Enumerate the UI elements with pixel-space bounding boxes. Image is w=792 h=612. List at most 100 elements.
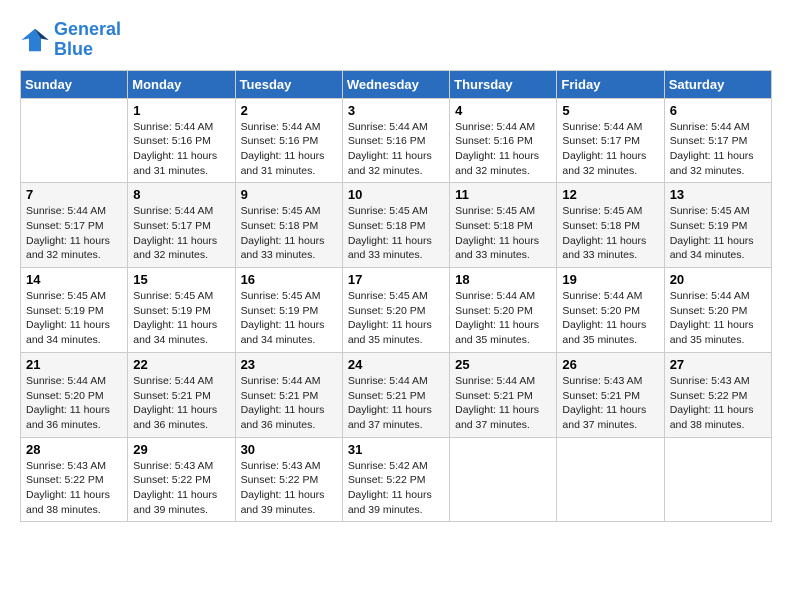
calendar-cell: 9 Sunrise: 5:45 AMSunset: 5:18 PMDaylight… [235,183,342,268]
calendar-cell: 5Sunrise: 5:44 AMSunset: 5:17 PMDaylight… [557,98,664,183]
calendar-cell: 27 Sunrise: 5:43 AMSunset: 5:22 PMDayligh… [664,352,771,437]
day-detail: Sunrise: 5:44 AMSunset: 5:17 PMDaylight:… [670,120,766,179]
day-number: 14 [26,272,122,287]
calendar-cell: 17 Sunrise: 5:45 AMSunset: 5:20 PMDayligh… [342,268,449,353]
logo-icon [20,25,50,55]
col-header-tuesday: Tuesday [235,70,342,98]
day-number: 16 [241,272,337,287]
day-number: 24 [348,357,444,372]
calendar-cell: 22 Sunrise: 5:44 AMSunset: 5:21 PMDayligh… [128,352,235,437]
day-detail: Sunrise: 5:43 AMSunset: 5:22 PMDaylight:… [670,374,766,433]
calendar-cell: 11 Sunrise: 5:45 AMSunset: 5:18 PMDayligh… [450,183,557,268]
day-detail: Sunrise: 5:45 AMSunset: 5:20 PMDaylight:… [348,289,444,348]
day-detail: Sunrise: 5:43 AMSunset: 5:22 PMDaylight:… [133,459,229,518]
col-header-friday: Friday [557,70,664,98]
day-number: 26 [562,357,658,372]
calendar-cell: 30 Sunrise: 5:43 AMSunset: 5:22 PMDayligh… [235,437,342,522]
day-detail: Sunrise: 5:44 AMSunset: 5:17 PMDaylight:… [133,204,229,263]
day-detail: Sunrise: 5:44 AMSunset: 5:20 PMDaylight:… [26,374,122,433]
calendar-cell: 3Sunrise: 5:44 AMSunset: 5:16 PMDaylight… [342,98,449,183]
day-number: 15 [133,272,229,287]
day-number: 4 [455,103,551,118]
day-detail: Sunrise: 5:44 AMSunset: 5:16 PMDaylight:… [133,120,229,179]
day-detail: Sunrise: 5:45 AMSunset: 5:19 PMDaylight:… [670,204,766,263]
day-number: 27 [670,357,766,372]
day-number: 19 [562,272,658,287]
day-detail: Sunrise: 5:45 AMSunset: 5:18 PMDaylight:… [455,204,551,263]
day-number: 8 [133,187,229,202]
calendar-cell: 21 Sunrise: 5:44 AMSunset: 5:20 PMDayligh… [21,352,128,437]
col-header-wednesday: Wednesday [342,70,449,98]
calendar-cell: 12 Sunrise: 5:45 AMSunset: 5:18 PMDayligh… [557,183,664,268]
day-number: 11 [455,187,551,202]
calendar-cell: 24Sunrise: 5:44 AMSunset: 5:21 PMDayligh… [342,352,449,437]
day-detail: Sunrise: 5:43 AMSunset: 5:21 PMDaylight:… [562,374,658,433]
calendar-cell: 2 Sunrise: 5:44 AMSunset: 5:16 PMDaylight… [235,98,342,183]
calendar-cell [21,98,128,183]
calendar-cell: 20 Sunrise: 5:44 AMSunset: 5:20 PMDayligh… [664,268,771,353]
calendar-cell: 14Sunrise: 5:45 AMSunset: 5:19 PMDayligh… [21,268,128,353]
day-number: 12 [562,187,658,202]
day-number: 28 [26,442,122,457]
day-number: 1 [133,103,229,118]
calendar-cell: 28 Sunrise: 5:43 AMSunset: 5:22 PMDayligh… [21,437,128,522]
calendar-cell: 4 Sunrise: 5:44 AMSunset: 5:16 PMDaylight… [450,98,557,183]
calendar-cell [557,437,664,522]
calendar-cell: 23Sunrise: 5:44 AMSunset: 5:21 PMDayligh… [235,352,342,437]
day-detail: Sunrise: 5:45 AMSunset: 5:19 PMDaylight:… [241,289,337,348]
calendar-cell: 31 Sunrise: 5:42 AMSunset: 5:22 PMDayligh… [342,437,449,522]
day-number: 30 [241,442,337,457]
day-number: 25 [455,357,551,372]
day-detail: Sunrise: 5:44 AMSunset: 5:16 PMDaylight:… [241,120,337,179]
day-number: 22 [133,357,229,372]
day-number: 6 [670,103,766,118]
col-header-monday: Monday [128,70,235,98]
day-detail: Sunrise: 5:45 AMSunset: 5:19 PMDaylight:… [133,289,229,348]
day-detail: Sunrise: 5:44 AMSunset: 5:20 PMDaylight:… [670,289,766,348]
calendar-cell: 29 Sunrise: 5:43 AMSunset: 5:22 PMDayligh… [128,437,235,522]
calendar-cell: 16 Sunrise: 5:45 AMSunset: 5:19 PMDayligh… [235,268,342,353]
calendar-cell: 13 Sunrise: 5:45 AMSunset: 5:19 PMDayligh… [664,183,771,268]
day-detail: Sunrise: 5:45 AMSunset: 5:18 PMDaylight:… [348,204,444,263]
day-number: 31 [348,442,444,457]
day-number: 10 [348,187,444,202]
page-header: General Blue [20,20,772,60]
col-header-thursday: Thursday [450,70,557,98]
calendar-cell: 8 Sunrise: 5:44 AMSunset: 5:17 PMDaylight… [128,183,235,268]
day-detail: Sunrise: 5:44 AMSunset: 5:21 PMDaylight:… [455,374,551,433]
day-detail: Sunrise: 5:43 AMSunset: 5:22 PMDaylight:… [26,459,122,518]
day-number: 21 [26,357,122,372]
day-number: 20 [670,272,766,287]
calendar-cell: 10 Sunrise: 5:45 AMSunset: 5:18 PMDayligh… [342,183,449,268]
day-number: 9 [241,187,337,202]
col-header-saturday: Saturday [664,70,771,98]
day-detail: Sunrise: 5:44 AMSunset: 5:20 PMDaylight:… [562,289,658,348]
calendar-cell: 15 Sunrise: 5:45 AMSunset: 5:19 PMDayligh… [128,268,235,353]
day-number: 29 [133,442,229,457]
calendar-table: SundayMondayTuesdayWednesdayThursdayFrid… [20,70,772,523]
logo: General Blue [20,20,121,60]
day-number: 18 [455,272,551,287]
day-detail: Sunrise: 5:44 AMSunset: 5:17 PMDaylight:… [26,204,122,263]
calendar-cell [664,437,771,522]
calendar-cell: 7 Sunrise: 5:44 AMSunset: 5:17 PMDaylight… [21,183,128,268]
day-detail: Sunrise: 5:43 AMSunset: 5:22 PMDaylight:… [241,459,337,518]
calendar-cell: 18 Sunrise: 5:44 AMSunset: 5:20 PMDayligh… [450,268,557,353]
day-number: 5 [562,103,658,118]
day-detail: Sunrise: 5:45 AMSunset: 5:18 PMDaylight:… [562,204,658,263]
day-number: 2 [241,103,337,118]
day-detail: Sunrise: 5:44 AMSunset: 5:20 PMDaylight:… [455,289,551,348]
day-detail: Sunrise: 5:44 AMSunset: 5:16 PMDaylight:… [455,120,551,179]
day-detail: Sunrise: 5:44 AMSunset: 5:21 PMDaylight:… [133,374,229,433]
day-number: 13 [670,187,766,202]
logo-text: General Blue [54,20,121,60]
calendar-cell: 25 Sunrise: 5:44 AMSunset: 5:21 PMDayligh… [450,352,557,437]
day-number: 23 [241,357,337,372]
day-detail: Sunrise: 5:42 AMSunset: 5:22 PMDaylight:… [348,459,444,518]
calendar-cell [450,437,557,522]
day-number: 7 [26,187,122,202]
calendar-cell: 19 Sunrise: 5:44 AMSunset: 5:20 PMDayligh… [557,268,664,353]
day-detail: Sunrise: 5:45 AMSunset: 5:18 PMDaylight:… [241,204,337,263]
day-number: 17 [348,272,444,287]
calendar-cell: 6 Sunrise: 5:44 AMSunset: 5:17 PMDaylight… [664,98,771,183]
